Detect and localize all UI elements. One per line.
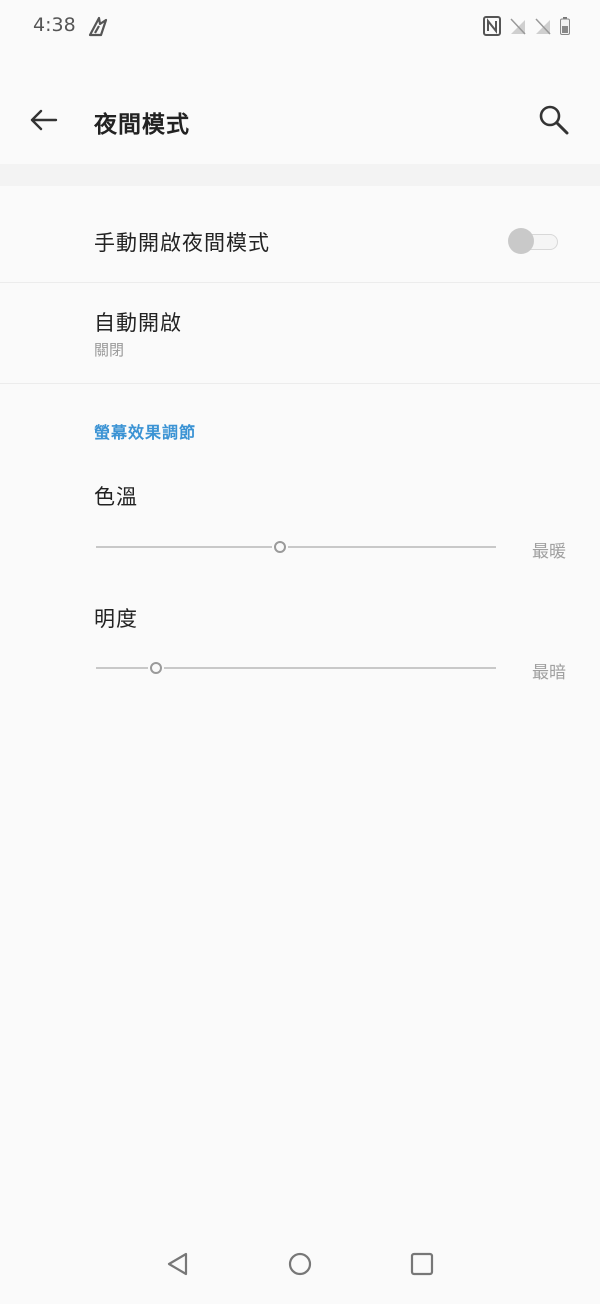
- manual-night-mode-label: 手動開啟夜間模式: [94, 231, 270, 255]
- page-title: 夜間模式: [94, 112, 190, 138]
- back-button[interactable]: [24, 100, 64, 140]
- app-notification-icon: [87, 14, 109, 38]
- display-adjust-section-header: 螢幕效果調節: [94, 423, 197, 442]
- search-icon: [534, 105, 574, 144]
- search-button[interactable]: [534, 100, 574, 140]
- navigation-bar: [0, 1230, 600, 1294]
- status-bar: 4:38: [0, 0, 600, 56]
- nav-back-button[interactable]: [162, 1248, 194, 1280]
- toggle-thumb: [508, 228, 534, 254]
- signal-off-icon: [510, 17, 526, 35]
- home-circle-icon: [284, 1252, 316, 1284]
- manual-night-mode-row[interactable]: 手動開啟夜間模式: [0, 196, 600, 283]
- manual-night-mode-toggle[interactable]: [506, 228, 560, 254]
- battery-icon: [560, 17, 570, 35]
- status-time: 4:38: [33, 14, 76, 36]
- auto-night-mode-label: 自動開啟: [94, 311, 182, 335]
- nav-home-button[interactable]: [284, 1248, 316, 1280]
- slider-track: [96, 546, 496, 548]
- nfc-icon: [483, 16, 501, 36]
- color-temp-end-label: 最暖: [532, 542, 566, 562]
- brightness-end-label: 最暗: [532, 663, 566, 683]
- back-triangle-icon: [162, 1252, 194, 1284]
- slider-thumb[interactable]: [274, 541, 286, 553]
- nav-recents-button[interactable]: [406, 1248, 438, 1280]
- app-bar: 夜間模式: [0, 78, 600, 166]
- arrow-back-icon: [24, 109, 64, 144]
- status-icons: [483, 16, 570, 36]
- header-divider: [0, 164, 600, 186]
- auto-night-mode-row[interactable]: 自動開啟 關閉: [0, 283, 600, 384]
- auto-night-mode-value: 關閉: [94, 341, 125, 359]
- signal-off-icon: [535, 17, 551, 35]
- brightness-slider[interactable]: [96, 656, 496, 680]
- color-temp-label: 色溫: [94, 485, 138, 509]
- brightness-label: 明度: [94, 607, 138, 631]
- slider-thumb[interactable]: [150, 662, 162, 674]
- recents-square-icon: [406, 1252, 438, 1284]
- night-mode-screen: 4:38 夜間模式 手動開啟夜間模式 自動開啟 關閉 螢幕效果調節 色溫 最暖 …: [0, 0, 600, 1304]
- color-temp-slider[interactable]: [96, 535, 496, 559]
